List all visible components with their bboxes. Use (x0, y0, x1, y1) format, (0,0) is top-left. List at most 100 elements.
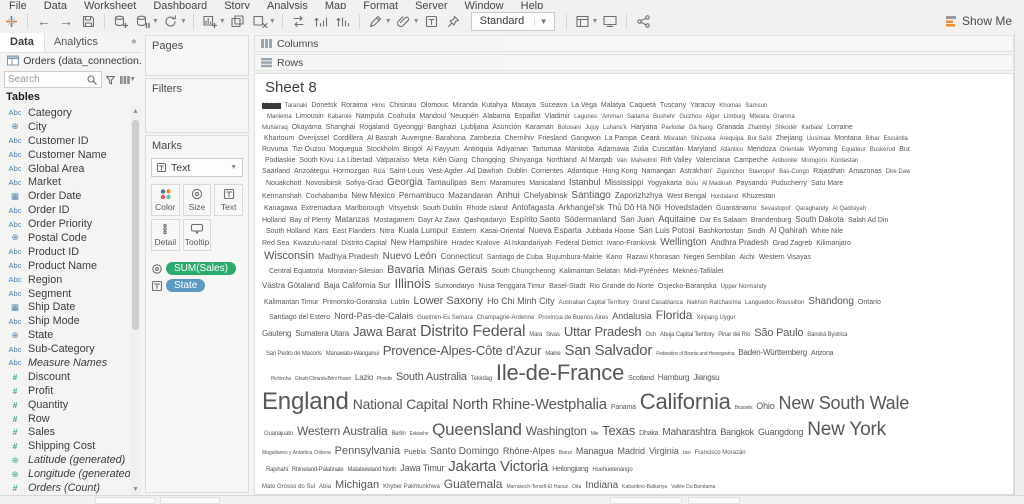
menu-analysis[interactable]: Analysis (267, 0, 308, 9)
cloud-word[interactable]: Pennsylvania (335, 445, 400, 457)
field-profit[interactable]: # Profit (0, 384, 130, 398)
field-discount[interactable]: # Discount (0, 370, 130, 384)
cloud-word[interactable]: Kalimantan Selatan (559, 268, 620, 275)
cloud-word[interactable]: Maramures (490, 180, 525, 187)
cloud-word[interactable]: Uusimaa (807, 136, 831, 142)
cloud-word[interactable]: Satu Mare (811, 180, 843, 187)
cloud-word[interactable]: Tartumaa (532, 146, 561, 153)
show-me-button[interactable]: Show Me (945, 14, 1012, 28)
cloud-word[interactable]: Beirut (559, 450, 572, 456)
cloud-word[interactable]: North Rhine-Westphalia (452, 396, 607, 413)
cloud-word[interactable]: Bujumbura-Mairie (547, 254, 602, 261)
cloud-word[interactable]: Botosani (558, 125, 581, 131)
cloud-word[interactable]: Rhône-Alpes (503, 446, 555, 456)
cloud-word[interactable]: Montana (834, 135, 861, 142)
view-options-caret-icon[interactable]: ▼ (129, 76, 136, 83)
cloud-word[interactable]: Karaman (525, 124, 553, 131)
cloud-word[interactable]: Al Basrah (367, 135, 397, 142)
cloud-word[interactable]: Kalimantan Timur (264, 299, 318, 306)
rows-shelf[interactable]: Rows (254, 54, 1014, 71)
cloud-word[interactable]: Abia (319, 484, 331, 490)
cloud-word[interactable]: Moquegua (329, 146, 362, 153)
cloud-word[interactable]: Brandenburg (751, 217, 791, 224)
cloud-word[interactable]: Equateur (841, 147, 865, 153)
cloud-word[interactable]: Extremadura (301, 205, 341, 212)
cloud-word[interactable]: New South Wales (779, 393, 910, 413)
scroll-up-icon[interactable]: ▲ (132, 108, 139, 115)
field-segment[interactable]: Abc Segment (0, 287, 130, 301)
field-ship-date[interactable]: ▦ Ship Date (0, 300, 130, 314)
cloud-word[interactable]: Kwazulu-natal (293, 240, 337, 247)
cloud-word[interactable]: Lagunes (574, 114, 597, 120)
cloud-word[interactable]: Campeche (734, 157, 768, 164)
cloud-word[interactable]: Hong Kong (602, 168, 637, 175)
cloud-word[interactable]: Marrakech-Tensift-El Haouz (506, 484, 568, 490)
menu-window[interactable]: Window (465, 0, 504, 9)
cloud-word[interactable]: Mostaganem (374, 217, 414, 224)
cloud-word[interactable]: Al Iskandariyah (504, 240, 552, 247)
field-customer-name[interactable]: Abc Customer Name (0, 148, 130, 162)
cloud-word[interactable]: Jujuy (585, 125, 599, 131)
undo-button[interactable]: ← (33, 11, 55, 31)
mark-type-select[interactable]: Text ▼ (151, 158, 243, 177)
cloud-word[interactable]: Al Qadisiyah (832, 206, 866, 212)
cloud-word[interactable]: Brussels (735, 405, 753, 411)
filter-fields-icon[interactable] (104, 74, 117, 86)
cloud-word[interactable]: Meta (413, 157, 429, 164)
cloud-word[interactable]: Alabama (483, 113, 511, 120)
cloud-word[interactable]: Basel-Stadt (549, 283, 585, 290)
cloud-word[interactable]: Guanajuato (264, 431, 293, 437)
cloud-word[interactable]: Madrid (617, 446, 645, 456)
cloud-word[interactable]: Ceará (641, 135, 660, 142)
cloud-word[interactable]: Södermanland (564, 215, 616, 224)
cloud-word[interactable]: Bavaria (387, 264, 424, 276)
cloud-word[interactable]: Escuintla (884, 136, 908, 142)
cloud-word[interactable]: Vladimir (545, 113, 570, 120)
cloud-word[interactable]: Luhans'k (603, 125, 627, 131)
cloud-word[interactable]: Nampula (356, 113, 384, 120)
cloud-word[interactable]: Wisconsin (264, 250, 314, 262)
cloud-word[interactable]: Saarland (262, 168, 290, 175)
cloud-word[interactable]: Federal District (556, 240, 603, 247)
cloud-word[interactable]: New Hampshire (391, 238, 448, 247)
cloud-word[interactable]: Puebla (404, 449, 426, 456)
cloud-word[interactable]: Paysandú (736, 180, 767, 187)
cloud-word[interactable]: Banghazi (427, 124, 456, 131)
cloud-word[interactable]: Kutahya (482, 102, 508, 109)
cloud-word[interactable]: Mato Grosso do Sul (262, 484, 315, 490)
field-product-name[interactable]: Abc Product Name (0, 259, 130, 273)
cloud-word[interactable]: Nouakchott (266, 180, 301, 187)
cloud-word[interactable]: Managua (576, 446, 614, 456)
cloud-word[interactable]: Masaya (511, 102, 536, 109)
cloud-word[interactable]: Miranda (452, 102, 477, 109)
cloud-word[interactable]: Iasi (683, 450, 691, 456)
cloud-word[interactable]: Shanghai (326, 124, 356, 131)
cloud-word[interactable]: Osjecko-Baranjska (658, 283, 717, 290)
cloud-word[interactable]: Podlaskie (265, 157, 295, 164)
cloud-word[interactable]: East Flanders (332, 228, 375, 235)
cloud-word[interactable]: Antofagasta (512, 203, 555, 212)
menu-story[interactable]: Story (224, 0, 250, 9)
cloud-word[interactable]: Kabardino-Balkariya (622, 484, 667, 490)
cloud-word[interactable]: Marlborough (345, 205, 384, 212)
cloud-word[interactable]: Granada (717, 124, 744, 131)
menu-data[interactable]: Data (44, 0, 67, 9)
cloud-word[interactable]: South Dakota (795, 215, 843, 224)
field-row[interactable]: # Row (0, 412, 130, 426)
columns-shelf[interactable]: Columns (254, 35, 1014, 52)
cloud-word[interactable]: Thủ Dô Hà Nội (608, 203, 661, 212)
cloud-word[interactable]: Banská Bystrica (807, 332, 847, 338)
cloud-word[interactable]: Texas (602, 423, 635, 438)
cloud-word[interactable]: Anzoátegui (294, 168, 329, 175)
field-longitude-generated-[interactable]: ⊕ Longitude (generated) (0, 467, 130, 481)
cloud-word[interactable]: Overijssel (298, 135, 329, 142)
cloud-word[interactable]: Heilongjiang (552, 466, 588, 473)
cloud-word[interactable]: Abuja Capital Territory (660, 332, 715, 338)
cloud-word[interactable]: Al Marqab (581, 157, 613, 164)
cloud-word[interactable]: Nuevo León (383, 251, 437, 262)
field-measure-names[interactable]: Abc Measure Names (0, 356, 130, 370)
cloud-word[interactable]: Dire Dawa (886, 169, 910, 175)
cloud-word[interactable]: Mie (591, 431, 599, 437)
run-update-caret-icon[interactable]: ▼ (180, 18, 187, 25)
menu-file[interactable]: File (9, 0, 27, 9)
